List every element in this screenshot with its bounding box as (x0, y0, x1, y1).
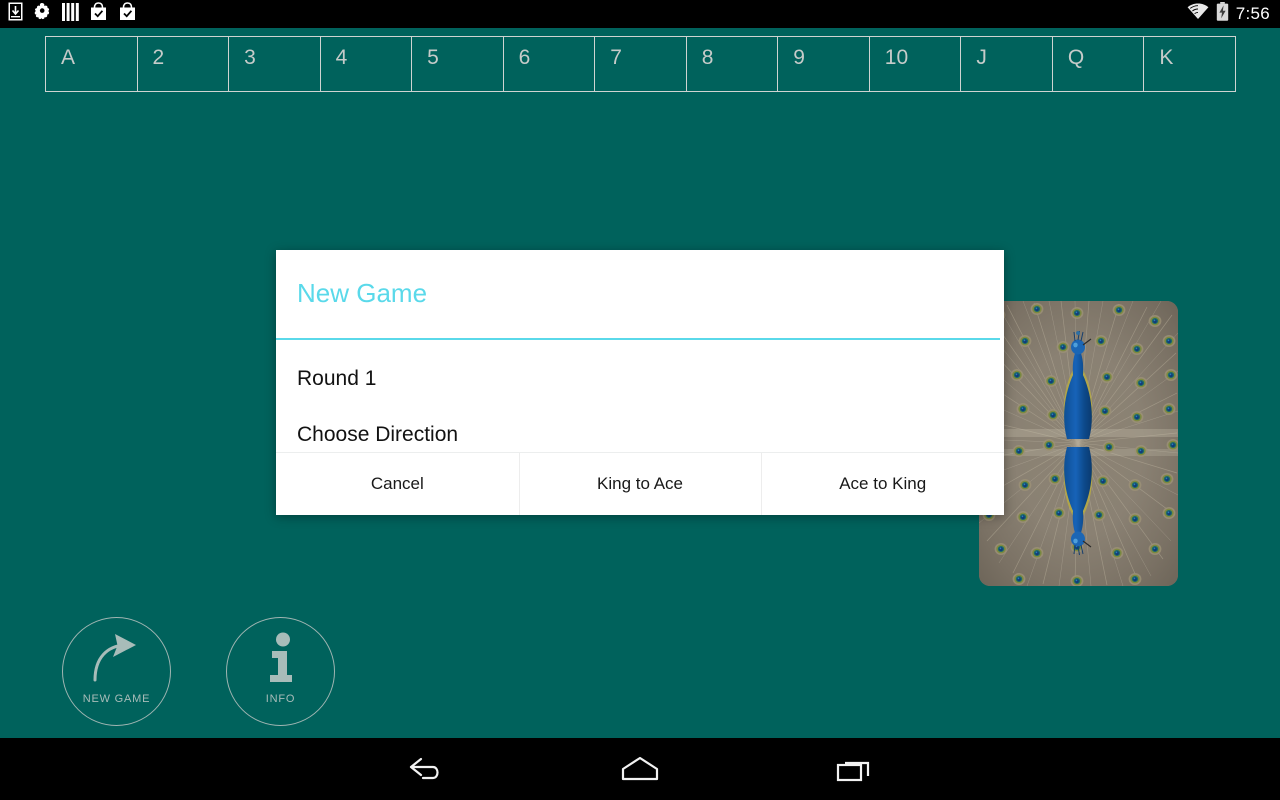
recents-icon[interactable] (750, 755, 960, 783)
dialog-prompt-label: Choose Direction (297, 423, 459, 446)
home-icon[interactable] (535, 755, 745, 783)
new-game-dialog: New Game Round 1 Choose Direction Cancel… (276, 250, 1005, 515)
navigation-bar (0, 738, 1280, 800)
dialog-round-label: Round 1 (297, 367, 377, 390)
cancel-button[interactable]: Cancel (276, 453, 519, 515)
app-screen: 7:56 A 2 3 4 5 6 7 8 9 10 J Q K NEW GAME… (0, 0, 1280, 800)
dialog-title: New Game (297, 278, 428, 308)
dialog-title-area: New Game (276, 250, 1004, 340)
king-to-ace-button[interactable]: King to Ace (518, 453, 762, 515)
back-icon[interactable] (320, 755, 530, 783)
dialog-body: Round 1 Choose Direction (276, 340, 1004, 452)
ace-to-king-button[interactable]: Ace to King (761, 453, 1005, 515)
dialog-button-row: Cancel King to Ace Ace to King (276, 452, 1005, 515)
